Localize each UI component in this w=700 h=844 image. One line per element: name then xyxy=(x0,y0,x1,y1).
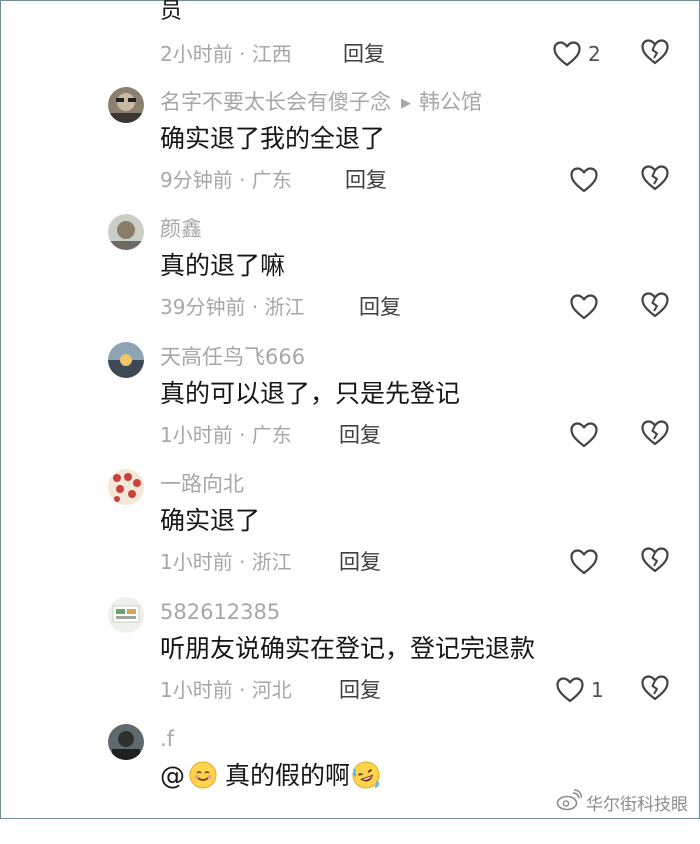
reply-button[interactable]: 回复 xyxy=(359,293,401,321)
comment-username[interactable]: 一路向北 xyxy=(160,470,244,498)
heart-outline-icon xyxy=(555,676,585,704)
like-button[interactable] xyxy=(569,546,599,578)
comment-meta: 1小时前 · 浙江 xyxy=(160,550,292,574)
mention-symbol: @ xyxy=(160,761,185,790)
dislike-button[interactable] xyxy=(640,291,670,323)
avatar[interactable] xyxy=(108,214,144,250)
comment-username[interactable]: 颜鑫 xyxy=(160,215,202,243)
avatar[interactable] xyxy=(108,87,144,123)
watermark: 华尔街科技眼 xyxy=(556,788,688,816)
rofl-emoji xyxy=(352,761,380,789)
dislike-button[interactable] xyxy=(640,419,670,451)
reply-arrow-icon: ▶ xyxy=(401,96,411,111)
comment-text: 确实退了 xyxy=(160,506,261,535)
broken-heart-icon xyxy=(640,164,670,192)
like-button[interactable] xyxy=(569,164,599,196)
heart-outline-icon xyxy=(569,548,599,576)
comment-username[interactable]: 582612385 xyxy=(160,598,280,626)
comment-item: .f @ 真的假的啊 xyxy=(0,724,700,844)
reply-to-username: 韩公馆 xyxy=(419,90,482,114)
heart-outline-icon xyxy=(552,40,582,68)
dislike-button[interactable] xyxy=(640,674,670,706)
comment-text: @ 真的假的啊 xyxy=(160,759,380,793)
comment-text: 真的可以退了，只是先登记 xyxy=(160,379,461,408)
broken-heart-icon xyxy=(640,291,670,319)
comment-text: 员 xyxy=(160,0,183,23)
heart-outline-icon xyxy=(569,166,599,194)
heart-outline-icon xyxy=(569,293,599,321)
comment-text: 真的退了嘛 xyxy=(160,251,286,280)
comment-username[interactable]: 名字不要太长会有傻子念 ▶ 韩公馆 xyxy=(160,88,482,120)
dislike-button[interactable] xyxy=(640,164,670,196)
broken-heart-icon xyxy=(640,546,670,574)
reply-button[interactable]: 回复 xyxy=(339,676,381,704)
reply-button[interactable]: 回复 xyxy=(339,421,381,449)
avatar[interactable] xyxy=(108,597,144,633)
avatar[interactable] xyxy=(108,342,144,378)
comment-meta: 9分钟前 · 广东 xyxy=(160,168,292,192)
username-text: 名字不要太长会有傻子念 xyxy=(160,90,391,114)
comment-meta: 1小时前 · 广东 xyxy=(160,423,292,447)
broken-heart-icon xyxy=(640,674,670,702)
dislike-button[interactable] xyxy=(640,546,670,578)
heart-outline-icon xyxy=(569,421,599,449)
weibo-logo-icon xyxy=(556,788,583,816)
watermark-text: 华尔街科技眼 xyxy=(586,794,688,815)
comment-meta: 39分钟前 · 浙江 xyxy=(160,295,305,319)
smiling-face-emoji xyxy=(189,761,217,789)
comment-item: 582612385 听朋友说确实在登记，登记完退款 1小时前 · 河北 回复 1 xyxy=(0,597,700,717)
broken-heart-icon xyxy=(640,419,670,447)
comment-item: 名字不要太长会有傻子念 ▶ 韩公馆 确实退了我的全退了 9分钟前 · 广东 回复 xyxy=(0,87,700,207)
reply-button[interactable]: 回复 xyxy=(345,166,387,194)
avatar[interactable] xyxy=(108,469,144,505)
comment-text: 听朋友说确实在登记，登记完退款 xyxy=(160,634,536,663)
comment-text: 确实退了我的全退了 xyxy=(160,124,386,153)
like-button[interactable]: 1 xyxy=(555,674,604,706)
comment-item: 天高任鸟飞666 真的可以退了，只是先登记 1小时前 · 广东 回复 xyxy=(0,342,700,462)
comment-username[interactable]: 天高任鸟飞666 xyxy=(160,343,305,371)
like-button[interactable]: 2 xyxy=(552,38,601,70)
avatar[interactable] xyxy=(108,724,144,760)
comment-partial: 员 2小时前 · 江西 回复 2 xyxy=(0,0,700,67)
like-button[interactable] xyxy=(569,291,599,323)
reply-button[interactable]: 回复 xyxy=(343,40,385,68)
like-button[interactable] xyxy=(569,419,599,451)
comment-username[interactable]: .f xyxy=(160,725,174,753)
reply-button[interactable]: 回复 xyxy=(339,548,381,576)
dislike-button[interactable] xyxy=(640,38,670,70)
comment-meta: 1小时前 · 河北 xyxy=(160,678,292,702)
like-count: 1 xyxy=(591,678,604,702)
like-count: 2 xyxy=(588,42,601,66)
broken-heart-icon xyxy=(640,38,670,66)
comment-item: 颜鑫 真的退了嘛 39分钟前 · 浙江 回复 xyxy=(0,214,700,334)
comment-meta: 2小时前 · 江西 xyxy=(160,42,292,66)
comment-body-text: 真的假的啊 xyxy=(225,761,351,790)
comment-item: 一路向北 确实退了 1小时前 · 浙江 回复 xyxy=(0,469,700,589)
